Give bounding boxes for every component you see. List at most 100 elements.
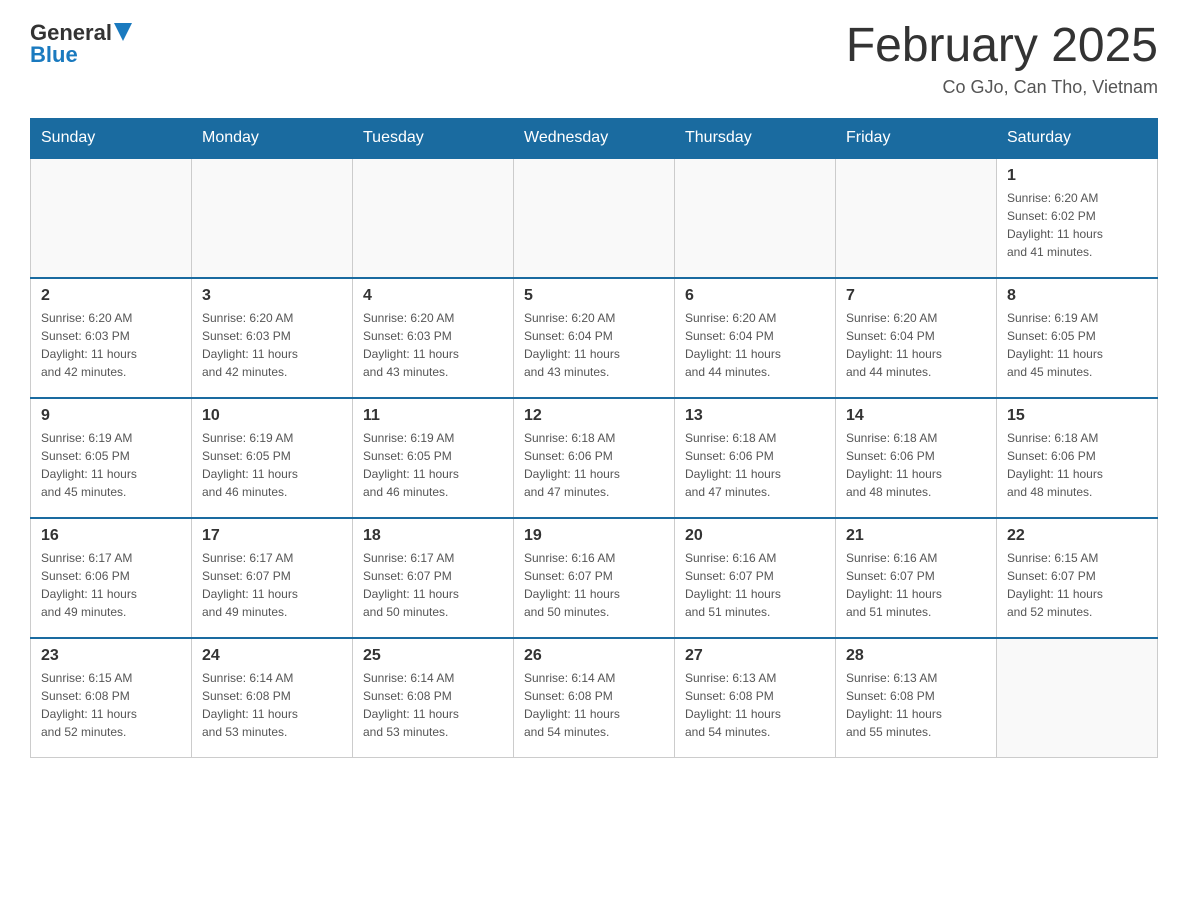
calendar-subtitle: Co GJo, Can Tho, Vietnam — [846, 77, 1158, 98]
calendar-cell — [353, 158, 514, 278]
calendar-table: SundayMondayTuesdayWednesdayThursdayFrid… — [30, 118, 1158, 759]
day-number: 19 — [524, 527, 664, 545]
calendar-week-row: 9 Sunrise: 6:19 AM Sunset: 6:05 PM Daylig… — [31, 398, 1158, 518]
day-number: 15 — [1007, 407, 1147, 425]
calendar-cell: 9 Sunrise: 6:19 AM Sunset: 6:05 PM Daylig… — [31, 398, 192, 518]
calendar-cell — [514, 158, 675, 278]
calendar-cell: 10Sunrise: 6:19 AM Sunset: 6:05 PM Dayli… — [192, 398, 353, 518]
calendar-header: SundayMondayTuesdayWednesdayThursdayFrid… — [31, 118, 1158, 158]
day-number: 6 — [685, 287, 825, 305]
day-number: 11 — [363, 407, 503, 425]
day-info: Sunrise: 6:15 AM Sunset: 6:08 PM Dayligh… — [41, 669, 181, 741]
day-number: 26 — [524, 647, 664, 665]
day-number: 14 — [846, 407, 986, 425]
day-info: Sunrise: 6:13 AM Sunset: 6:08 PM Dayligh… — [685, 669, 825, 741]
calendar-cell: 4 Sunrise: 6:20 AM Sunset: 6:03 PM Daylig… — [353, 278, 514, 398]
calendar-cell: 21 Sunrise: 6:16 AM Sunset: 6:07 PM Dayli… — [836, 518, 997, 638]
calendar-title: February 2025 — [846, 20, 1158, 73]
calendar-cell: 27 Sunrise: 6:13 AM Sunset: 6:08 PM Dayli… — [675, 638, 836, 758]
day-number: 9 — [41, 407, 181, 425]
day-number: 1 — [1007, 167, 1147, 185]
calendar-cell — [836, 158, 997, 278]
day-number: 27 — [685, 647, 825, 665]
calendar-cell: 18 Sunrise: 6:17 AM Sunset: 6:07 PM Dayli… — [353, 518, 514, 638]
page-header: General Blue February 2025 Co GJo, Can T… — [30, 20, 1158, 98]
day-info: Sunrise: 6:17 AM Sunset: 6:07 PM Dayligh… — [202, 549, 342, 621]
day-number: 16 — [41, 527, 181, 545]
day-number: 23 — [41, 647, 181, 665]
day-number: 25 — [363, 647, 503, 665]
day-info: Sunrise: 6:18 AM Sunset: 6:06 PM Dayligh… — [524, 429, 664, 501]
calendar-cell: 5 Sunrise: 6:20 AM Sunset: 6:04 PM Daylig… — [514, 278, 675, 398]
day-info: Sunrise: 6:17 AM Sunset: 6:07 PM Dayligh… — [363, 549, 503, 621]
calendar-cell: 22 Sunrise: 6:15 AM Sunset: 6:07 PM Dayli… — [997, 518, 1158, 638]
day-number: 13 — [685, 407, 825, 425]
day-number: 12 — [524, 407, 664, 425]
calendar-cell: 15 Sunrise: 6:18 AM Sunset: 6:06 PM Dayli… — [997, 398, 1158, 518]
calendar-cell: 11 Sunrise: 6:19 AM Sunset: 6:05 PM Dayli… — [353, 398, 514, 518]
calendar-cell: 13 Sunrise: 6:18 AM Sunset: 6:06 PM Dayli… — [675, 398, 836, 518]
day-number: 22 — [1007, 527, 1147, 545]
day-info: Sunrise: 6:20 AM Sunset: 6:03 PM Dayligh… — [363, 309, 503, 381]
day-number: 28 — [846, 647, 986, 665]
day-info: Sunrise: 6:16 AM Sunset: 6:07 PM Dayligh… — [846, 549, 986, 621]
day-of-week-sunday: Sunday — [31, 118, 192, 158]
day-of-week-wednesday: Wednesday — [514, 118, 675, 158]
day-of-week-saturday: Saturday — [997, 118, 1158, 158]
calendar-cell — [675, 158, 836, 278]
day-info: Sunrise: 6:19 AM Sunset: 6:05 PM Dayligh… — [363, 429, 503, 501]
title-area: February 2025 Co GJo, Can Tho, Vietnam — [846, 20, 1158, 98]
day-info: Sunrise: 6:17 AM Sunset: 6:06 PM Dayligh… — [41, 549, 181, 621]
day-number: 4 — [363, 287, 503, 305]
calendar-week-row: 2 Sunrise: 6:20 AM Sunset: 6:03 PM Daylig… — [31, 278, 1158, 398]
calendar-cell: 19 Sunrise: 6:16 AM Sunset: 6:07 PM Dayli… — [514, 518, 675, 638]
day-number: 3 — [202, 287, 342, 305]
day-info: Sunrise: 6:20 AM Sunset: 6:03 PM Dayligh… — [202, 309, 342, 381]
calendar-cell: 7 Sunrise: 6:20 AM Sunset: 6:04 PM Daylig… — [836, 278, 997, 398]
logo: General Blue — [30, 20, 132, 68]
calendar-week-row: 23 Sunrise: 6:15 AM Sunset: 6:08 PM Dayli… — [31, 638, 1158, 758]
day-of-week-thursday: Thursday — [675, 118, 836, 158]
day-info: Sunrise: 6:20 AM Sunset: 6:04 PM Dayligh… — [846, 309, 986, 381]
day-info: Sunrise: 6:20 AM Sunset: 6:04 PM Dayligh… — [685, 309, 825, 381]
day-info: Sunrise: 6:19 AM Sunset: 6:05 PM Dayligh… — [41, 429, 181, 501]
calendar-cell: 3 Sunrise: 6:20 AM Sunset: 6:03 PM Daylig… — [192, 278, 353, 398]
calendar-cell: 2Sunrise: 6:20 AM Sunset: 6:03 PM Daylig… — [31, 278, 192, 398]
calendar-cell: 26 Sunrise: 6:14 AM Sunset: 6:08 PM Dayli… — [514, 638, 675, 758]
day-info: Sunrise: 6:20 AM Sunset: 6:02 PM Dayligh… — [1007, 189, 1147, 261]
day-info: Sunrise: 6:18 AM Sunset: 6:06 PM Dayligh… — [1007, 429, 1147, 501]
calendar-cell: 16 Sunrise: 6:17 AM Sunset: 6:06 PM Dayli… — [31, 518, 192, 638]
calendar-cell: 20Sunrise: 6:16 AM Sunset: 6:07 PM Dayli… — [675, 518, 836, 638]
day-number: 18 — [363, 527, 503, 545]
day-number: 24 — [202, 647, 342, 665]
calendar-cell: 24 Sunrise: 6:14 AM Sunset: 6:08 PM Dayli… — [192, 638, 353, 758]
calendar-cell: 12 Sunrise: 6:18 AM Sunset: 6:06 PM Dayli… — [514, 398, 675, 518]
day-of-week-tuesday: Tuesday — [353, 118, 514, 158]
calendar-cell: 25 Sunrise: 6:14 AM Sunset: 6:08 PM Dayli… — [353, 638, 514, 758]
day-number: 20 — [685, 527, 825, 545]
day-info: Sunrise: 6:16 AM Sunset: 6:07 PM Dayligh… — [524, 549, 664, 621]
day-number: 7 — [846, 287, 986, 305]
day-info: Sunrise: 6:14 AM Sunset: 6:08 PM Dayligh… — [202, 669, 342, 741]
day-number: 5 — [524, 287, 664, 305]
calendar-cell: 8 Sunrise: 6:19 AM Sunset: 6:05 PM Daylig… — [997, 278, 1158, 398]
days-of-week-row: SundayMondayTuesdayWednesdayThursdayFrid… — [31, 118, 1158, 158]
calendar-cell: 23 Sunrise: 6:15 AM Sunset: 6:08 PM Dayli… — [31, 638, 192, 758]
day-info: Sunrise: 6:19 AM Sunset: 6:05 PM Dayligh… — [1007, 309, 1147, 381]
day-of-week-monday: Monday — [192, 118, 353, 158]
day-info: Sunrise: 6:20 AM Sunset: 6:04 PM Dayligh… — [524, 309, 664, 381]
logo-arrow-icon — [114, 23, 132, 41]
calendar-cell: 6 Sunrise: 6:20 AM Sunset: 6:04 PM Daylig… — [675, 278, 836, 398]
day-number: 10 — [202, 407, 342, 425]
day-info: Sunrise: 6:18 AM Sunset: 6:06 PM Dayligh… — [846, 429, 986, 501]
day-info: Sunrise: 6:14 AM Sunset: 6:08 PM Dayligh… — [524, 669, 664, 741]
calendar-body: 1 Sunrise: 6:20 AM Sunset: 6:02 PM Daylig… — [31, 158, 1158, 758]
calendar-cell: 1 Sunrise: 6:20 AM Sunset: 6:02 PM Daylig… — [997, 158, 1158, 278]
day-info: Sunrise: 6:14 AM Sunset: 6:08 PM Dayligh… — [363, 669, 503, 741]
day-info: Sunrise: 6:15 AM Sunset: 6:07 PM Dayligh… — [1007, 549, 1147, 621]
day-info: Sunrise: 6:18 AM Sunset: 6:06 PM Dayligh… — [685, 429, 825, 501]
day-number: 2 — [41, 287, 181, 305]
day-number: 21 — [846, 527, 986, 545]
day-number: 8 — [1007, 287, 1147, 305]
calendar-cell — [31, 158, 192, 278]
